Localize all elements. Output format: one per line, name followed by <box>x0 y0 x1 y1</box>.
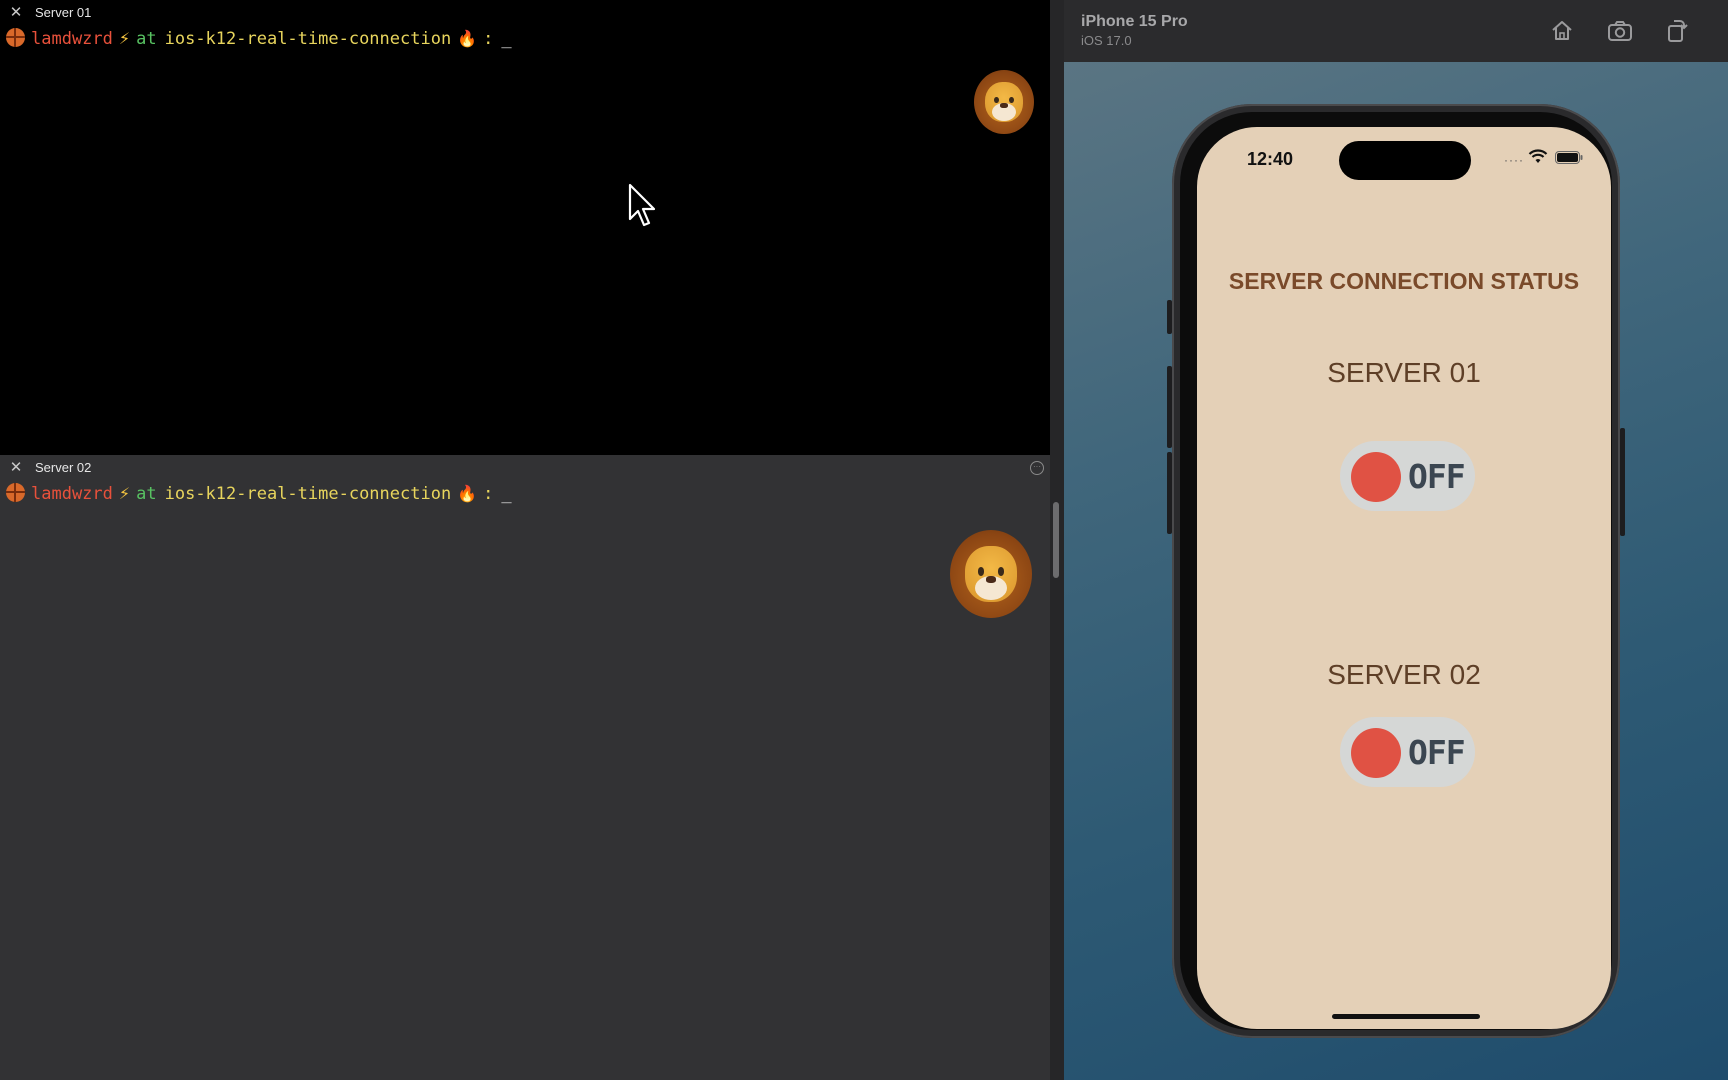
dynamic-island <box>1339 141 1471 180</box>
rotate-icon[interactable] <box>1662 17 1690 45</box>
screenshot-icon[interactable] <box>1606 17 1634 45</box>
close-pane-icon[interactable]: ✕ <box>8 4 24 20</box>
app-title: SERVER CONNECTION STATUS <box>1228 268 1580 294</box>
toggle-knob <box>1351 452 1401 502</box>
pane-title: Server 01 <box>35 5 92 20</box>
fire-icon: 🔥 <box>457 29 478 48</box>
terminal-pane-server-02[interactable]: ✕ Server 02 ··· lamdwzrd ⚡ at ios-k12-real-… <box>0 455 1050 1080</box>
side-power-button[interactable] <box>1620 428 1625 536</box>
prompt-colon: : <box>483 484 494 504</box>
server-01-toggle[interactable]: OFF <box>1340 441 1475 511</box>
prompt-colon: : <box>483 29 494 49</box>
close-pane-icon[interactable]: ✕ <box>8 459 24 475</box>
pane-options-icon[interactable]: ··· <box>1030 461 1044 475</box>
prompt-at: at <box>136 29 157 49</box>
simulator-toolbar: iPhone 15 Pro iOS 17.0 <box>1064 0 1728 62</box>
home-icon[interactable] <box>1548 17 1576 45</box>
iphone-bezel: 12:40 ···· SERVER CONNECTION STATUS SERV… <box>1180 112 1612 1030</box>
toggle-state: OFF <box>1408 733 1466 772</box>
basketball-icon <box>6 483 25 502</box>
prompt-at: at <box>136 484 157 504</box>
terminal-pane-server-01[interactable]: ✕ Server 01 lamdwzrd ⚡ at ios-k12-real-time… <box>0 0 1050 455</box>
cellular-signal-icon: ···· <box>1504 153 1524 167</box>
pane-tab-bar: ✕ Server 02 ··· <box>0 455 1050 481</box>
iphone-frame: 12:40 ···· SERVER CONNECTION STATUS SERV… <box>1172 104 1620 1038</box>
prompt-repo: ios-k12-real-time-connection <box>164 484 452 504</box>
text-cursor: _ <box>501 484 512 504</box>
lion-icon <box>950 530 1032 618</box>
pane-tab-bar: ✕ Server 01 <box>0 0 1050 26</box>
prompt-user: lamdwzrd <box>31 484 113 504</box>
battery-icon <box>1555 151 1583 164</box>
mouse-pointer-icon <box>628 183 656 227</box>
pane-title: Server 02 <box>35 460 92 475</box>
shell-prompt: lamdwzrd ⚡ at ios-k12-real-time-connection 🔥… <box>6 483 512 505</box>
status-time: 12:40 <box>1247 149 1294 169</box>
fire-icon: 🔥 <box>457 484 478 503</box>
prompt-user: lamdwzrd <box>31 29 113 49</box>
os-version: iOS 17.0 <box>1081 33 1132 48</box>
home-indicator[interactable] <box>1332 1014 1480 1019</box>
ios-simulator-window: iPhone 15 Pro iOS 17.0 12:40 ···· SERVER… <box>1064 0 1728 1080</box>
server-02-toggle[interactable]: OFF <box>1340 717 1475 787</box>
shell-prompt: lamdwzrd ⚡ at ios-k12-real-time-connection 🔥… <box>6 28 512 50</box>
lightning-icon: ⚡ <box>118 484 131 503</box>
text-cursor: _ <box>501 29 512 49</box>
wifi-icon <box>1528 149 1548 163</box>
server-01-label: SERVER 01 <box>1327 357 1481 388</box>
lion-icon <box>974 70 1034 134</box>
lightning-icon: ⚡ <box>118 29 131 48</box>
pane-scrollbar[interactable] <box>1053 502 1059 578</box>
toggle-knob <box>1351 728 1401 778</box>
toggle-state: OFF <box>1408 457 1466 496</box>
prompt-repo: ios-k12-real-time-connection <box>164 29 452 49</box>
server-02-label: SERVER 02 <box>1327 659 1481 690</box>
basketball-icon <box>6 28 25 47</box>
app-screen[interactable]: 12:40 ···· SERVER CONNECTION STATUS SERV… <box>1197 127 1611 1029</box>
device-name: iPhone 15 Pro <box>1081 13 1188 30</box>
